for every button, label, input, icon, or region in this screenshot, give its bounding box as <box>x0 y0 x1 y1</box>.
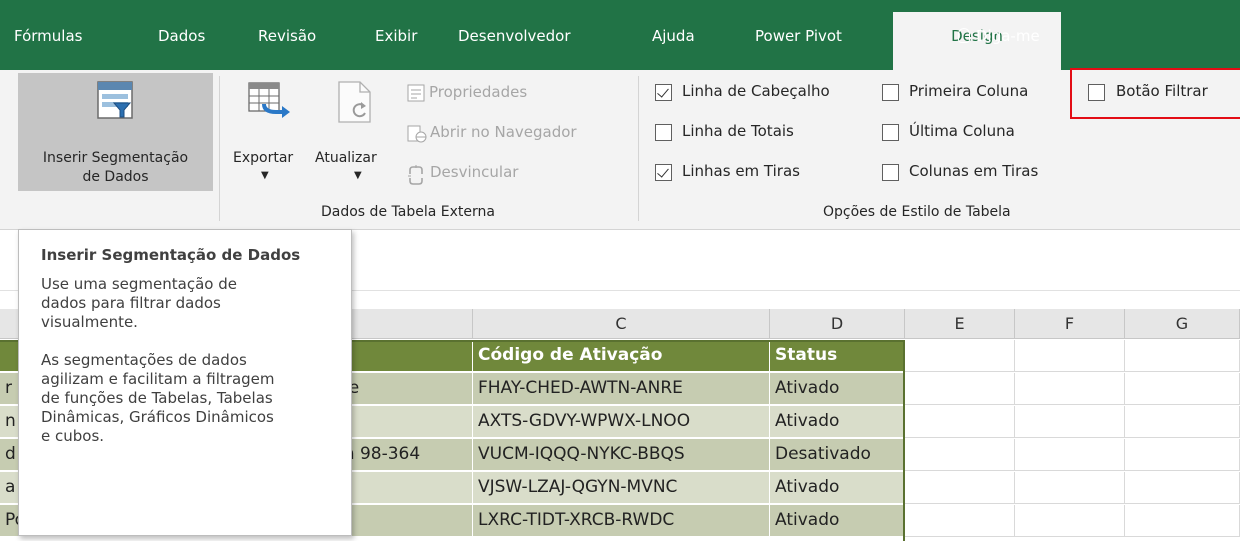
unlink-label: Desvincular <box>430 163 519 181</box>
cell[interactable] <box>905 373 1015 405</box>
cell[interactable] <box>1125 439 1240 471</box>
cell[interactable] <box>1015 340 1125 372</box>
first-column-checkbox[interactable] <box>882 84 899 101</box>
tell-me-search[interactable]: Diga-me <box>958 27 1040 45</box>
header-row-label: Linha de Cabeçalho <box>682 82 830 100</box>
first-column-label: Primeira Coluna <box>909 82 1029 100</box>
table-cell[interactable]: Ativado <box>770 373 905 405</box>
tell-me-label: Diga-me <box>976 27 1040 45</box>
banded-columns-checkbox[interactable] <box>882 164 899 181</box>
chevron-down-icon: ▼ <box>354 170 362 181</box>
slicer-icon <box>97 81 133 119</box>
group-label-external-data: Dados de Tabela Externa <box>321 204 495 220</box>
table-cell[interactable]: Desativado <box>770 439 905 471</box>
cell[interactable] <box>905 340 1015 372</box>
tab-power-pivot[interactable]: Power Pivot <box>755 27 842 57</box>
column-header-f[interactable]: F <box>1015 309 1125 339</box>
table-cell[interactable]: Ativado <box>770 406 905 438</box>
table-cell[interactable]: LXRC-TIDT-XRCB-RWDC <box>473 505 770 537</box>
cell[interactable] <box>1015 472 1125 504</box>
ribbon-panel: Inserir Segmentação de Dados Exportar ▼ <box>0 70 1240 230</box>
highlight-box <box>1070 68 1240 119</box>
cell[interactable] <box>1015 505 1125 537</box>
insert-slicer-button[interactable]: Inserir Segmentação de Dados <box>18 73 213 191</box>
cell[interactable] <box>1125 340 1240 372</box>
cell[interactable] <box>1125 505 1240 537</box>
ribbon-tab-bar: Fórmulas Dados Revisão Exibir Desenvolve… <box>0 0 1240 70</box>
cell-fragment: d <box>5 444 16 464</box>
total-row-label: Linha de Totais <box>682 122 794 140</box>
open-browser-icon <box>407 125 427 143</box>
cell[interactable] <box>905 505 1015 537</box>
refresh-icon <box>338 81 371 123</box>
tooltip-description: Use uma segmentação de dados para filtra… <box>41 275 237 331</box>
refresh-label: Atualizar <box>315 150 377 166</box>
column-header-c[interactable]: C <box>473 309 770 339</box>
table-cell[interactable]: Ativado <box>770 472 905 504</box>
export-label: Exportar <box>233 150 294 166</box>
lightbulb-icon <box>958 28 970 43</box>
cell-fragment: n <box>5 411 16 431</box>
total-row-checkbox[interactable] <box>655 124 672 141</box>
group-separator <box>638 76 639 221</box>
chevron-down-icon: ▼ <box>261 170 269 181</box>
table-cell[interactable]: VJSW-LZAJ-QGYN-MVNC <box>473 472 770 504</box>
header-row-checkbox[interactable] <box>655 84 672 101</box>
properties-label: Propriedades <box>429 83 528 101</box>
table-header-cell[interactable]: Status <box>770 340 905 372</box>
tooltip: Inserir Segmentação de Dados Use uma seg… <box>18 229 352 536</box>
excel-window: Fórmulas Dados Revisão Exibir Desenvolve… <box>0 0 1240 541</box>
banded-columns-label: Colunas em Tiras <box>909 162 1039 180</box>
column-header-g[interactable]: G <box>1125 309 1240 339</box>
banded-rows-checkbox[interactable] <box>655 164 672 181</box>
cell[interactable] <box>1015 439 1125 471</box>
tab-formulas[interactable]: Fórmulas <box>14 27 82 57</box>
tab-developer[interactable]: Desenvolvedor <box>458 27 571 57</box>
cell[interactable] <box>1015 373 1125 405</box>
cell-fragment: a <box>5 477 16 497</box>
cell[interactable] <box>1015 406 1125 438</box>
tab-review[interactable]: Revisão <box>258 27 316 57</box>
cell[interactable] <box>905 472 1015 504</box>
insert-slicer-line2: de Dados <box>82 169 149 185</box>
cell[interactable] <box>905 439 1015 471</box>
column-header-e[interactable]: E <box>905 309 1015 339</box>
table-cell[interactable]: AXTS-GDVY-WPWX-LNOO <box>473 406 770 438</box>
last-column-checkbox[interactable] <box>882 124 899 141</box>
cell[interactable] <box>1125 373 1240 405</box>
tooltip-details: As segmentações de dados agilizam e faci… <box>41 351 275 445</box>
insert-slicer-label: Inserir Segmentação de Dados <box>18 149 213 187</box>
cell[interactable] <box>1125 472 1240 504</box>
tooltip-title: Inserir Segmentação de Dados <box>41 246 301 264</box>
group-separator <box>219 76 220 221</box>
last-column-label: Última Coluna <box>909 122 1015 140</box>
column-header-d[interactable]: D <box>770 309 905 339</box>
insert-slicer-line1: Inserir Segmentação <box>42 150 189 166</box>
tab-view[interactable]: Exibir <box>375 27 417 57</box>
properties-icon <box>407 84 425 102</box>
cell[interactable] <box>905 406 1015 438</box>
tab-data[interactable]: Dados <box>158 27 205 57</box>
cell[interactable] <box>1125 406 1240 438</box>
table-cell[interactable]: Ativado <box>770 505 905 537</box>
open-browser-label: Abrir no Navegador <box>430 123 577 141</box>
table-cell[interactable]: VUCM-IQQQ-NYKC-BBQS <box>473 439 770 471</box>
banded-rows-label: Linhas em Tiras <box>682 162 800 180</box>
group-label-style-options: Opções de Estilo de Tabela <box>823 204 1011 220</box>
export-table-icon <box>248 82 290 118</box>
tab-help[interactable]: Ajuda <box>652 27 695 57</box>
unlink-icon <box>408 165 423 185</box>
table-cell[interactable]: FHAY-CHED-AWTN-ANRE <box>473 373 770 405</box>
table-header-cell[interactable]: Código de Ativação <box>473 340 770 372</box>
cell-fragment: r <box>5 378 12 398</box>
